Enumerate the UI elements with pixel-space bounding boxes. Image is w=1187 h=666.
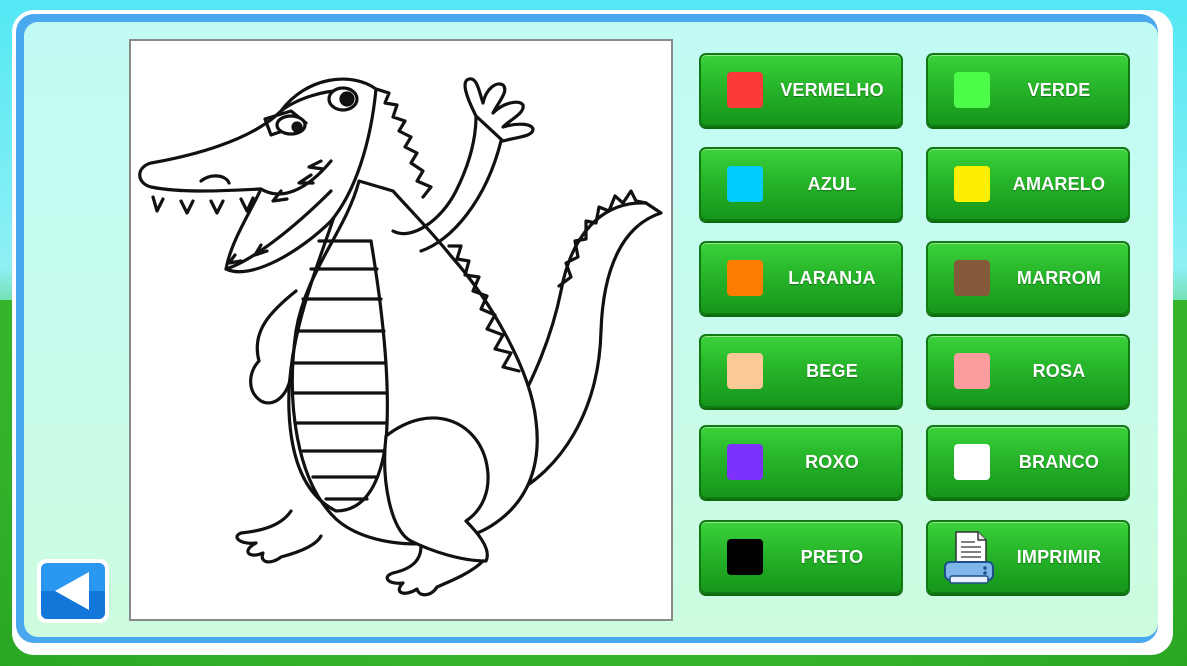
color-swatch <box>727 353 763 389</box>
color-swatch <box>954 72 990 108</box>
color-button-amarelo[interactable]: AMARELO <box>926 147 1130 221</box>
color-swatch <box>954 444 990 480</box>
print-button-label: IMPRIMIR <box>1016 546 1102 567</box>
color-button-verde[interactable]: VERDE <box>926 53 1130 127</box>
color-button-label: VERDE <box>1027 79 1091 100</box>
color-button-preto[interactable]: PRETO <box>699 520 903 594</box>
color-button-rosa[interactable]: ROSA <box>926 334 1130 408</box>
color-button-roxo[interactable]: ROXO <box>699 425 903 499</box>
back-button-face <box>41 563 105 619</box>
color-button-label: ROXO <box>805 451 859 472</box>
color-button-branco[interactable]: BRANCO <box>926 425 1130 499</box>
color-swatch <box>954 353 990 389</box>
color-button-label: PRETO <box>800 546 864 567</box>
color-button-laranja[interactable]: LARANJA <box>699 241 903 315</box>
printer-icon <box>944 531 994 584</box>
color-button-azul[interactable]: AZUL <box>699 147 903 221</box>
color-button-label: BRANCO <box>1018 451 1100 472</box>
color-swatch <box>727 166 763 202</box>
back-button[interactable] <box>37 559 109 623</box>
color-swatch <box>727 444 763 480</box>
color-button-label: VERMELHO <box>780 79 884 100</box>
color-button-label: ROSA <box>1032 360 1086 381</box>
crocodile-pupil-left <box>291 121 303 133</box>
color-button-label: AZUL <box>807 173 857 194</box>
crocodile-pupil-right <box>339 91 355 107</box>
color-swatch <box>954 166 990 202</box>
color-button-label: LARANJA <box>788 267 876 288</box>
color-button-bege[interactable]: BEGE <box>699 334 903 408</box>
crocodile-foot-left[interactable] <box>235 509 323 564</box>
color-swatch <box>727 260 763 296</box>
color-button-marrom[interactable]: MARROM <box>926 241 1130 315</box>
color-button-label: AMARELO <box>1012 173 1106 194</box>
color-swatch <box>954 260 990 296</box>
crocodile-drawing[interactable] <box>131 41 671 619</box>
color-swatch <box>727 72 763 108</box>
color-swatch <box>727 539 763 575</box>
color-button-label: MARROM <box>1016 267 1102 288</box>
back-arrow-icon <box>55 572 89 610</box>
color-button-label: BEGE <box>806 360 858 381</box>
color-button-vermelho[interactable]: VERMELHO <box>699 53 903 127</box>
print-button[interactable]: IMPRIMIR <box>926 520 1130 594</box>
crocodile-hip-arm[interactable] <box>249 289 298 405</box>
coloring-canvas[interactable] <box>129 39 673 621</box>
